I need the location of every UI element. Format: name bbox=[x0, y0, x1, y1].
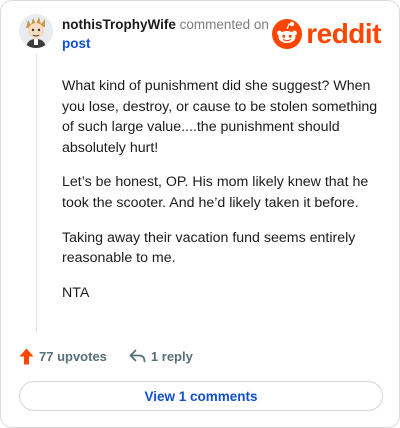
comment-header: nothisTrophyWife commented on post bbox=[62, 15, 272, 53]
comment-paragraph: Let’s be honest, OP. His mom likely knew… bbox=[62, 174, 369, 211]
comment-body: What kind of punishment did she suggest?… bbox=[62, 76, 382, 317]
comment-actions: 77 upvotes 1 reply bbox=[19, 346, 193, 366]
reddit-snoo-icon bbox=[272, 19, 303, 49]
comment-paragraph: NTA bbox=[62, 284, 90, 301]
post-link[interactable]: post bbox=[62, 36, 91, 51]
username-link[interactable]: nothisTrophyWife bbox=[62, 17, 176, 32]
comment-paragraph: Taking away their vacation fund seems en… bbox=[62, 229, 356, 267]
upvote-count: 77 upvotes bbox=[39, 348, 107, 364]
reply-button[interactable]: 1 reply bbox=[129, 349, 193, 364]
reddit-logo[interactable]: reddit bbox=[272, 19, 381, 49]
upvote-button[interactable]: 77 upvotes bbox=[19, 348, 107, 365]
view-comments-button[interactable]: View 1 comments bbox=[19, 381, 383, 411]
upvote-arrow-icon bbox=[19, 348, 34, 364]
comment-card: nothisTrophyWife commented on post reddi… bbox=[0, 0, 400, 428]
thread-line[interactable] bbox=[36, 53, 37, 333]
commented-on-text: commented on bbox=[175, 17, 269, 32]
reply-count: 1 reply bbox=[150, 348, 193, 364]
avatar[interactable] bbox=[19, 14, 53, 48]
reply-arrow-icon bbox=[129, 349, 146, 363]
comment-paragraph: What kind of punishment did she suggest?… bbox=[62, 78, 378, 156]
reddit-wordmark: reddit bbox=[306, 18, 381, 49]
avatar-illustration-icon bbox=[19, 14, 53, 48]
